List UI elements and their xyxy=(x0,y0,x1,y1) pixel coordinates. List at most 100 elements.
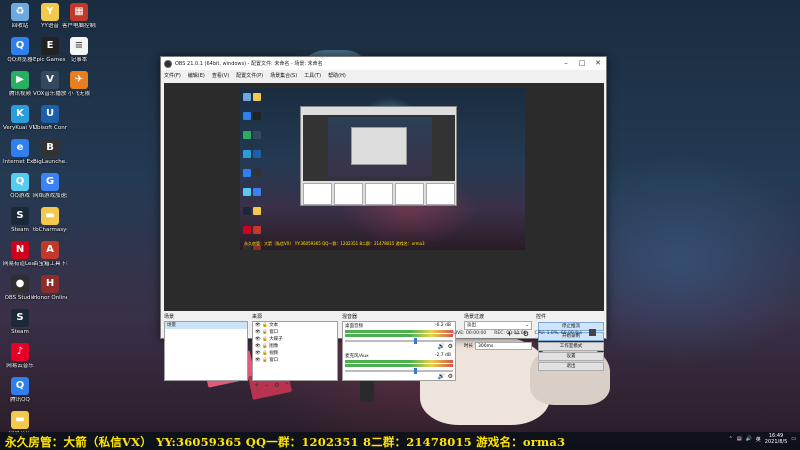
menu-tools[interactable]: 工具(T) xyxy=(304,72,321,79)
mini-desktop-icons xyxy=(241,90,269,250)
desktop-icon-steam[interactable]: S Steam xyxy=(3,207,37,234)
mixer-dock: 混音器 桌面音频 -6.2 dB 🔊 ⚙ 麦克风/Aux -2.7 dB 🔊 ⚙ xyxy=(342,313,456,381)
scenes-dock: 场景 场景 + − ⌃ ⌄ xyxy=(164,313,248,389)
menu-profile[interactable]: 配置文件(P) xyxy=(236,72,263,79)
add-icon[interactable]: + xyxy=(166,382,171,389)
desktop-icon-label: QQ游戏 xyxy=(10,193,30,199)
mixer-dock-title: 混音器 xyxy=(342,314,358,320)
biglauncher-icon: B xyxy=(41,139,59,157)
chevron-up-icon[interactable]: ⌃ xyxy=(729,436,733,442)
desktop-icon-netgame[interactable]: G 网络游戏加速器 xyxy=(33,173,67,200)
channel-db: -2.7 dB xyxy=(434,353,451,358)
add-icon[interactable]: + xyxy=(254,382,259,389)
menu-help[interactable]: 帮助(H) xyxy=(328,72,346,79)
desktop-icon-label: 回收站 xyxy=(11,23,29,29)
obs-titlebar[interactable]: OBS 21.0.1 (64bit, windows) - 配置文件: 未命名 … xyxy=(161,57,606,70)
desktop-icon-obs[interactable]: ● OBS Studio xyxy=(3,275,37,302)
obs-menubar: 文件(F) 编辑(E) 查看(V) 配置文件(P) 场景集合(S) 工具(T) … xyxy=(161,70,606,81)
desktop-icon-netease[interactable]: N 网易有道LearnGuide xyxy=(3,241,37,268)
virtualvk-icon: K xyxy=(11,105,29,123)
desktop-icon-folder[interactable]: ▬ tbCharmasyo... xyxy=(33,207,67,234)
duration-row: 时长 300ms xyxy=(464,342,532,350)
volume-slider[interactable] xyxy=(345,338,453,344)
ime-icon[interactable]: 英 xyxy=(756,436,761,443)
minimize-icon[interactable]: – xyxy=(558,57,574,70)
duration-label: 时长 xyxy=(464,344,473,349)
desktop-icon-label: 网易云音乐 xyxy=(6,363,34,369)
source-item[interactable]: 👁 🔒 视频 xyxy=(253,350,337,357)
exit-button[interactable]: 退出 xyxy=(538,362,604,371)
epic-icon: E xyxy=(41,37,59,55)
desktop-icon-qqgame[interactable]: Q QQ游戏 xyxy=(3,173,37,200)
obs-icon: ● xyxy=(11,275,29,293)
floor-can xyxy=(360,380,374,402)
remove-icon[interactable]: − xyxy=(264,382,269,389)
volume-slider[interactable] xyxy=(345,368,453,374)
volume-icon[interactable]: 🔊 xyxy=(746,436,752,442)
duration-input[interactable]: 300ms xyxy=(475,342,532,350)
netease-icon: N xyxy=(11,241,29,259)
notepad-icon: ≡ xyxy=(70,37,88,55)
yy-icon: Y xyxy=(41,3,59,21)
menu-edit[interactable]: 编辑(E) xyxy=(188,72,205,79)
settings-button[interactable]: 设置 xyxy=(538,352,604,361)
menu-file[interactable]: 文件(F) xyxy=(164,72,181,79)
desktop-icon-steam2[interactable]: S Steam xyxy=(3,309,37,336)
desktop-icon-label: Steam xyxy=(11,227,29,233)
speaker-icon[interactable]: 🔊 xyxy=(438,373,445,380)
studio-mode-button[interactable]: 工作室模式 xyxy=(538,342,604,351)
desktop-icon-label: 记事本 xyxy=(70,57,88,63)
source-item[interactable]: 👁 🔒 图像 xyxy=(253,343,337,350)
desktop-icon-ubisoft[interactable]: U Ubisoft Connect xyxy=(33,105,67,132)
scenes-dock-title: 场景 xyxy=(164,314,175,320)
desktop-icon-shopmgr[interactable]: ▦ 客户电脑控制器 xyxy=(62,3,96,30)
nested-canvas xyxy=(328,117,432,177)
desktop-icon-recycle[interactable]: ♻ 回收站 xyxy=(3,3,37,30)
menu-scene-collection[interactable]: 场景集合(S) xyxy=(270,72,297,79)
desktop-icon-ttqq[interactable]: Q 腾讯QQ xyxy=(3,377,37,404)
desktop-icon-cloudmusic[interactable]: ♪ 网易云音乐 xyxy=(3,343,37,370)
desktop-icon-label: 客户电脑控制器 xyxy=(62,23,96,29)
menu-view[interactable]: 查看(V) xyxy=(212,72,229,79)
clock-date: 2021/8/5 xyxy=(764,439,788,445)
notifications-icon[interactable]: ▭ xyxy=(791,436,796,442)
stream-status-icon xyxy=(589,329,596,336)
volume-meter xyxy=(345,364,453,367)
move-up-icon[interactable]: ⌃ xyxy=(284,382,289,389)
preview-canvas: 永久房管：大箭（私信VX） YY:36059365 QQ一群：1202351 8… xyxy=(240,88,525,250)
desktop-icon-remote[interactable]: ✈ 小飞无限 xyxy=(62,71,96,98)
shopmgr-icon: ▦ xyxy=(70,3,88,21)
volume-meter xyxy=(345,360,453,363)
gear-icon[interactable]: ⚙ xyxy=(448,373,453,380)
move-down-icon[interactable]: ⌄ xyxy=(196,382,201,389)
gear-icon[interactable]: ⚙ xyxy=(274,382,279,389)
remove-icon[interactable]: − xyxy=(176,382,181,389)
close-icon[interactable]: ✕ xyxy=(590,57,606,70)
desktop-icon-honor[interactable]: H Honor Online xyxy=(33,275,67,302)
desktop-icon-tencentvideo[interactable]: ▶ 腾讯视频 xyxy=(3,71,37,98)
ubisoft-icon: U xyxy=(41,105,59,123)
gear-icon[interactable]: ⚙ xyxy=(448,343,453,350)
move-down-icon[interactable]: ⌄ xyxy=(294,382,299,389)
musicbox-icon: ▬ xyxy=(11,411,29,429)
obs-window[interactable]: OBS 21.0.1 (64bit, windows) - 配置文件: 未命名 … xyxy=(160,56,607,389)
qqbrowser-icon: Q xyxy=(11,37,29,55)
speaker-icon[interactable]: 🔊 xyxy=(438,343,445,350)
desktop-icon-label: OBS Studio xyxy=(4,295,36,301)
nested-obs-window-2 xyxy=(351,127,407,165)
sources-dock: 来源 👁 🔒 文本 👁 🔒 窗口 👁 🔒 大碟子 👁 🔒 图像 👁 🔒 视频 👁… xyxy=(252,313,338,389)
desktop-background: ♻回收站YYY语音▦客户电脑控制器QQQ浏览器EEpic Games Launc… xyxy=(0,0,800,450)
maximize-icon[interactable]: □ xyxy=(574,57,590,70)
source-item[interactable]: 👁 🔒 窗口 xyxy=(253,357,337,364)
desktop-icon-aomen[interactable]: A 百宝箱工具下载(CVA... xyxy=(33,241,67,268)
desktop-icon-virtualvk[interactable]: K VeryKuai VK加速器 xyxy=(3,105,37,132)
desktop-icon-notepad[interactable]: ≡ 记事本 xyxy=(62,37,96,64)
desktop-icon-qqbrowser[interactable]: Q QQ浏览器 xyxy=(3,37,37,64)
desktop-icon-ie[interactable]: e Internet Explorer xyxy=(3,139,37,166)
taskbar-clock[interactable]: 16:49 2021/8/5 xyxy=(765,433,787,445)
obs-preview[interactable]: 永久房管：大箭（私信VX） YY:36059365 QQ一群：1202351 8… xyxy=(164,83,604,311)
steam-icon: S xyxy=(11,207,29,225)
desktop-icon-biglauncher[interactable]: B BigLaunche... xyxy=(33,139,67,166)
move-up-icon[interactable]: ⌃ xyxy=(186,382,191,389)
network-icon[interactable]: ▤ xyxy=(737,436,742,442)
